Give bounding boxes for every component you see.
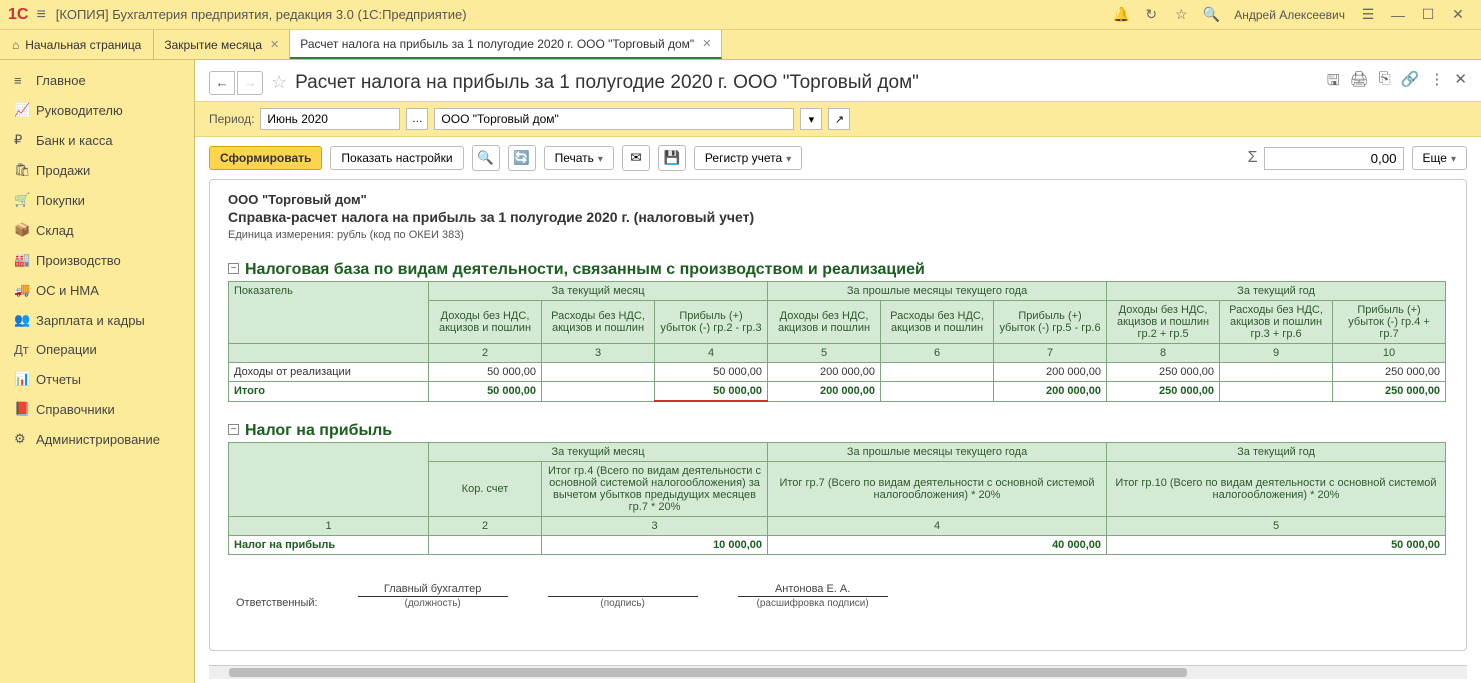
sidebar-item-warehouse[interactable]: 📦Склад [0,215,194,245]
print-button[interactable]: Печать [544,146,614,170]
period-label: Период: [209,112,254,126]
app-logo: 1С [8,6,28,24]
sidebar-item-bank[interactable]: ₽Банк и касса [0,125,194,155]
book-icon: 📕 [14,401,36,417]
truck-icon: 🚚 [14,282,36,298]
cart-icon: 🛒 [14,192,36,208]
signatures: Ответственный: Главный бухгалтер (должно… [228,583,1436,609]
sidebar-item-reports[interactable]: 📊Отчеты [0,364,194,394]
report-org: ООО "Торговый дом" [228,192,1436,207]
link-icon[interactable]: 🔗 [1401,70,1420,95]
user-name[interactable]: Андрей Алексеевич [1234,8,1345,22]
save-disk-icon[interactable]: 🖫 [1327,70,1340,95]
sigma-icon: Σ [1248,149,1258,167]
minimize-icon[interactable]: — [1386,7,1410,23]
factory-icon: 🏭 [14,252,36,268]
home-tab-label: Начальная страница [25,38,141,52]
sidebar-item-admin[interactable]: ⚙Администрирование [0,424,194,454]
report-doc-title: Справка-расчет налога на прибыль за 1 по… [228,209,1436,225]
history-icon[interactable]: ↻ [1139,6,1163,23]
sidebar-item-references[interactable]: 📕Справочники [0,394,194,424]
search-icon[interactable]: 🔍 [1199,6,1223,23]
home-tab[interactable]: ⌂ Начальная страница [0,30,154,59]
gear-icon: ⚙ [14,431,36,447]
close-icon[interactable]: ✕ [702,37,711,50]
people-icon: 👥 [14,312,36,328]
sidebar-item-main[interactable]: ≡Главное [0,66,194,95]
sidebar-item-manager[interactable]: 📈Руководителю [0,95,194,125]
sidebar-item-payroll[interactable]: 👥Зарплата и кадры [0,305,194,335]
sidebar-item-sales[interactable]: 🛍Продажи [0,155,194,185]
print-icon[interactable]: 🖨 [1350,70,1369,95]
table-total-row: Итого 50 000,0050 000,00 200 000,00200 0… [229,382,1446,402]
forward-button[interactable]: → [237,71,263,95]
dt-kt-icon: Дт [14,342,36,357]
email-button[interactable]: ✉ [622,145,650,171]
horizontal-scrollbar[interactable] [209,665,1467,679]
tab-label: Закрытие месяца [164,38,262,52]
maximize-icon[interactable]: ☐ [1416,6,1440,23]
sidebar-item-assets[interactable]: 🚚ОС и НМА [0,275,194,305]
chart-icon: 📈 [14,102,36,118]
section1-table: Показатель За текущий месяц За прошлые м… [228,281,1446,402]
org-open-button[interactable]: ↗ [828,108,850,130]
export-icon[interactable]: ⎘ [1379,70,1391,95]
org-input[interactable] [434,108,794,130]
sum-input[interactable] [1264,147,1404,170]
section1-title: Налоговая база по видам деятельности, св… [245,261,925,279]
back-button[interactable]: ← [209,71,235,95]
tab-profit-tax[interactable]: Расчет налога на прибыль за 1 полугодие … [290,30,722,59]
nav-sidebar: ≡Главное 📈Руководителю ₽Банк и касса 🛍Пр… [0,60,195,683]
star-icon[interactable]: ☆ [1169,6,1193,23]
close-window-icon[interactable]: ✕ [1446,6,1470,23]
close-page-icon[interactable]: ✕ [1454,70,1467,95]
filter-icon[interactable]: ☰ [1356,6,1380,23]
register-button[interactable]: Регистр учета [694,146,802,170]
sidebar-item-operations[interactable]: ДтОперации [0,335,194,364]
bell-icon[interactable]: 🔔 [1109,6,1133,23]
box-icon: 📦 [14,222,36,238]
report-unit: Единица измерения: рубль (код по ОКЕИ 38… [228,229,1436,241]
more-button[interactable]: Еще [1412,146,1467,170]
generate-button[interactable]: Сформировать [209,146,322,170]
close-icon[interactable]: ✕ [270,38,279,51]
main-menu-icon[interactable]: ≡ [36,6,45,24]
tab-close-month[interactable]: Закрытие месяца ✕ [154,30,290,59]
ruble-icon: ₽ [14,132,36,148]
window-title: [КОПИЯ] Бухгалтерия предприятия, редакци… [56,7,467,22]
find-button[interactable]: 🔍 [472,145,500,171]
period-picker-button[interactable]: … [406,108,428,130]
page-title: Расчет налога на прибыль за 1 полугодие … [295,72,1327,94]
sidebar-item-purchases[interactable]: 🛒Покупки [0,185,194,215]
section2-table: За текущий месяц За прошлые месяцы текущ… [228,442,1446,555]
home-icon: ⌂ [12,38,19,52]
org-dropdown-button[interactable]: ▾ [800,108,822,130]
refresh-find-button[interactable]: 🔄 [508,145,536,171]
list-icon: ≡ [14,73,36,88]
section-collapse-icon[interactable]: − [228,263,239,274]
save-button[interactable]: 💾 [658,145,686,171]
bag-icon: 🛍 [14,162,36,178]
sidebar-item-production[interactable]: 🏭Производство [0,245,194,275]
section-collapse-icon[interactable]: − [228,424,239,435]
tab-label: Расчет налога на прибыль за 1 полугодие … [300,37,694,51]
period-input[interactable] [260,108,400,130]
table-row[interactable]: Налог на прибыль 10 000,00 40 000,00 50 … [229,536,1446,555]
show-settings-button[interactable]: Показать настройки [330,146,463,170]
more-vert-icon[interactable]: ⋮ [1429,70,1444,95]
table-row[interactable]: Доходы от реализации 50 000,0050 000,00 … [229,363,1446,382]
bars-icon: 📊 [14,371,36,387]
favorite-star-icon[interactable]: ☆ [271,72,287,93]
section2-title: Налог на прибыль [245,422,392,440]
